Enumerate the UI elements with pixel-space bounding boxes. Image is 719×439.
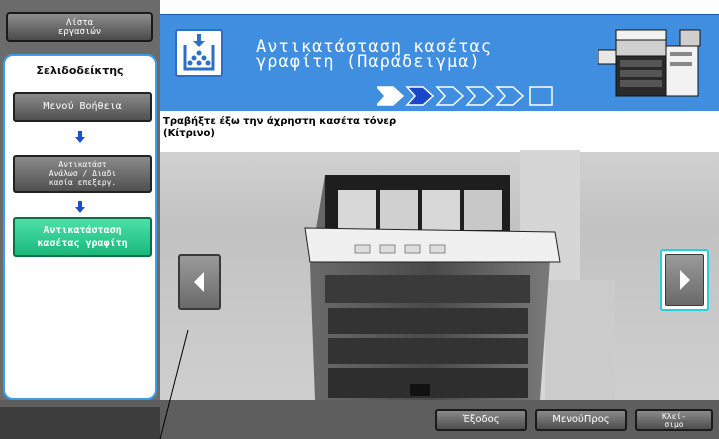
chevron-right-icon [680, 270, 690, 290]
consumables-procedure-button[interactable]: Αντικατάστ Ανάλωσ / Διαδι κασία επεξεργ. [13, 155, 152, 193]
step-3 [435, 86, 465, 106]
printer-icon [598, 20, 706, 100]
next-button[interactable] [660, 249, 709, 311]
previous-button[interactable] [178, 254, 221, 310]
bottom-left-panel [0, 407, 160, 439]
step-2 [405, 86, 435, 106]
replace-toner-button[interactable]: Αντικατάσταση κασέτας γραφίτη [13, 217, 152, 257]
step-4 [465, 86, 495, 106]
help-menu-button[interactable]: Μενού Βοήθεια [13, 92, 152, 122]
instruction-text: Τραβήξτε έξω την άχρηστη κασέτα τόνερ (Κ… [163, 116, 397, 139]
step-6 [529, 86, 553, 106]
exit-button[interactable]: Έξοδος [435, 409, 527, 431]
menu-button[interactable]: ΜενούΠρος [535, 409, 627, 431]
step-1 [377, 86, 405, 106]
step-progress [377, 86, 553, 106]
bookmark-title: Σελιδοδείκτης [36, 64, 124, 77]
job-list-button[interactable]: Λίστα εργασιών [6, 12, 153, 42]
chevron-left-icon [194, 272, 204, 292]
printer-photo [304, 150, 615, 400]
page-title: Αντικατάσταση κασέτας γραφίτη (Παράδειγμ… [256, 37, 492, 72]
toner-replace-icon [175, 29, 223, 77]
close-button[interactable]: Κλεί- σιμο [635, 409, 713, 431]
step-5 [495, 86, 525, 106]
